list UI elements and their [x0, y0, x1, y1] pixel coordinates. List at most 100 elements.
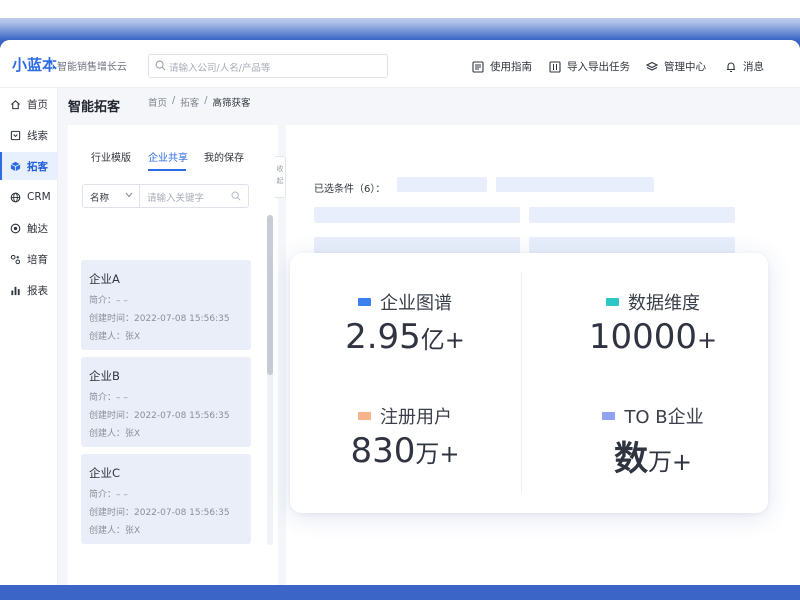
top-header: 小蓝本 智能销售增长云 请输入公司/人名/产品等 使用指南 导入导出任务 管理中…: [0, 40, 800, 88]
condition-placeholder: [397, 177, 487, 192]
sidebar-item-label: 培育: [27, 253, 48, 266]
card-intro: 简介：– –: [89, 296, 128, 306]
sidebar-item-nurture[interactable]: 培育: [0, 245, 58, 273]
tab-enterprise-shared[interactable]: 企业共享: [148, 149, 188, 164]
active-tab-indicator: [148, 169, 186, 171]
home-icon: [11, 99, 20, 109]
breadcrumb-current: 高筛获客: [212, 98, 251, 109]
nav-messages[interactable]: 消息: [725, 59, 764, 74]
logo-separator: [52, 59, 53, 70]
stat-registered-users: 注册用户 830万+: [290, 403, 520, 513]
nav-guide[interactable]: 使用指南: [472, 59, 532, 74]
guide-icon: [472, 60, 484, 73]
search-icon[interactable]: [231, 191, 241, 201]
breadcrumb-home[interactable]: 首页: [148, 95, 167, 109]
stat-label: 企业图谱: [380, 293, 452, 314]
sidebar-item-label: CRM: [27, 191, 51, 203]
card-name: 企业A: [89, 272, 120, 286]
card-creator: 创建人：张X: [89, 526, 141, 536]
list-item[interactable]: 企业C 简介：– – 创建时间：2022-07-08 15:56:35 创建人：…: [81, 454, 251, 544]
card-creator: 创建人：张X: [89, 429, 141, 439]
list-item[interactable]: 企业B 简介：– – 创建时间：2022-07-08 15:56:35 创建人：…: [81, 357, 251, 447]
sidebar-item-reach[interactable]: 触达: [0, 214, 58, 242]
stat-color-marker: [606, 298, 619, 306]
tab-my-saved[interactable]: 我的保存: [204, 149, 244, 164]
stat-enterprise-graph: 企业图谱 2.95亿+: [290, 289, 520, 399]
panel-tabs: 行业模版 企业共享 我的保存: [68, 125, 278, 171]
condition-placeholder: [529, 207, 735, 223]
sidebar-item-label: 拓客: [27, 160, 48, 173]
stat-number: 2.95: [345, 317, 421, 357]
list-item[interactable]: 企业A 简介：– – 创建时间：2022-07-08 15:56:35 创建人：…: [81, 260, 251, 350]
template-panel: 行业模版 企业共享 我的保存 名称 请输入关键字 企业A 简介：– – 创建时间…: [68, 125, 278, 585]
bar-chart-icon: [11, 286, 20, 295]
selected-conditions-label: 已选条件（6）：: [314, 184, 386, 195]
search-icon: [155, 60, 166, 71]
card-created: 创建时间：2022-07-08 15:56:35: [89, 508, 230, 518]
breadcrumb: 首页 / 拓客 / 高筛获客: [148, 95, 250, 109]
sidebar-item-reports[interactable]: 报表: [0, 276, 58, 304]
condition-placeholder: [314, 237, 520, 253]
search-placeholder: 请输入公司/人名/产品等: [169, 63, 271, 74]
card-intro: 简介：– –: [89, 393, 128, 403]
sidebar-item-crm[interactable]: CRM: [0, 183, 58, 211]
frame-bottom-band: [0, 585, 800, 600]
stat-number: 10000: [588, 317, 698, 357]
breadcrumb-sep: /: [204, 95, 208, 106]
left-sidebar: 首页 线索 拓客 CRM 触达 培育 报表: [0, 88, 58, 585]
breadcrumb-sep: /: [172, 95, 176, 106]
filter-divider: [139, 185, 140, 207]
stat-label-row: 企业图谱: [290, 289, 520, 315]
sidebar-item-home[interactable]: 首页: [0, 90, 58, 118]
condition-placeholder: [529, 237, 735, 253]
nurture-icon: [10, 254, 21, 264]
sidebar-item-prospect[interactable]: 拓客: [0, 152, 58, 180]
frame-top-fade: [0, 0, 800, 40]
globe-icon: [10, 192, 21, 202]
clue-icon: [10, 130, 21, 140]
page-title: 智能拓客: [68, 100, 121, 115]
collapse-panel-toggle[interactable]: 收起: [275, 156, 286, 198]
stat-color-marker: [358, 298, 371, 306]
stat-tob-enterprises: TO B企业 数万+: [538, 403, 768, 513]
app-slogan: 智能销售增长云: [57, 62, 127, 73]
keyword-filter: 名称 请输入关键字: [82, 184, 249, 208]
card-name: 企业C: [89, 466, 121, 480]
global-search-input[interactable]: 请输入公司/人名/产品等: [148, 54, 388, 78]
breadcrumb-prospect[interactable]: 拓客: [180, 95, 199, 109]
stat-unit: 万+: [647, 448, 693, 476]
list-scrollbar-thumb[interactable]: [267, 215, 273, 375]
stat-label-row: TO B企业: [538, 403, 768, 429]
stat-color-marker: [602, 412, 616, 420]
sidebar-item-clues[interactable]: 线索: [0, 121, 58, 149]
bell-icon: [727, 62, 735, 72]
stat-value: 数万+: [538, 431, 768, 480]
layers-icon: [646, 61, 658, 71]
card-created: 创建时间：2022-07-08 15:56:35: [89, 314, 230, 324]
sidebar-item-label: 首页: [27, 98, 48, 111]
stat-label-row: 数据维度: [538, 289, 768, 315]
stat-number: 830: [350, 431, 416, 471]
keyword-input[interactable]: 请输入关键字: [147, 190, 204, 204]
chevron-down-icon[interactable]: [125, 192, 133, 198]
stat-value: 10000+: [538, 317, 768, 357]
stat-data-dimensions: 数据维度 10000+: [538, 289, 768, 399]
stat-number: 数: [613, 439, 648, 479]
filter-field-select[interactable]: 名称: [90, 190, 109, 204]
stats-card: 企业图谱 2.95亿+ 数据维度 10000+ 注册用户 830万+ TO B企…: [290, 253, 768, 513]
nav-import-export-label: 导入导出任务: [567, 61, 630, 73]
card-creator: 创建人：张X: [89, 332, 141, 342]
stat-label: 注册用户: [380, 407, 452, 428]
nav-management[interactable]: 管理中心: [646, 59, 706, 74]
tab-industry-template[interactable]: 行业模版: [91, 149, 131, 164]
app-logo[interactable]: 小蓝本: [12, 54, 57, 75]
target-icon: [10, 223, 21, 233]
card-name: 企业B: [89, 369, 120, 383]
stat-unit: 亿+: [420, 326, 465, 354]
nav-guide-label: 使用指南: [490, 61, 532, 73]
nav-import-export[interactable]: 导入导出任务: [549, 59, 630, 74]
sidebar-item-label: 线索: [27, 129, 48, 142]
condition-placeholder: [314, 207, 520, 223]
stat-color-marker: [358, 412, 371, 420]
cube-icon: [10, 161, 21, 171]
